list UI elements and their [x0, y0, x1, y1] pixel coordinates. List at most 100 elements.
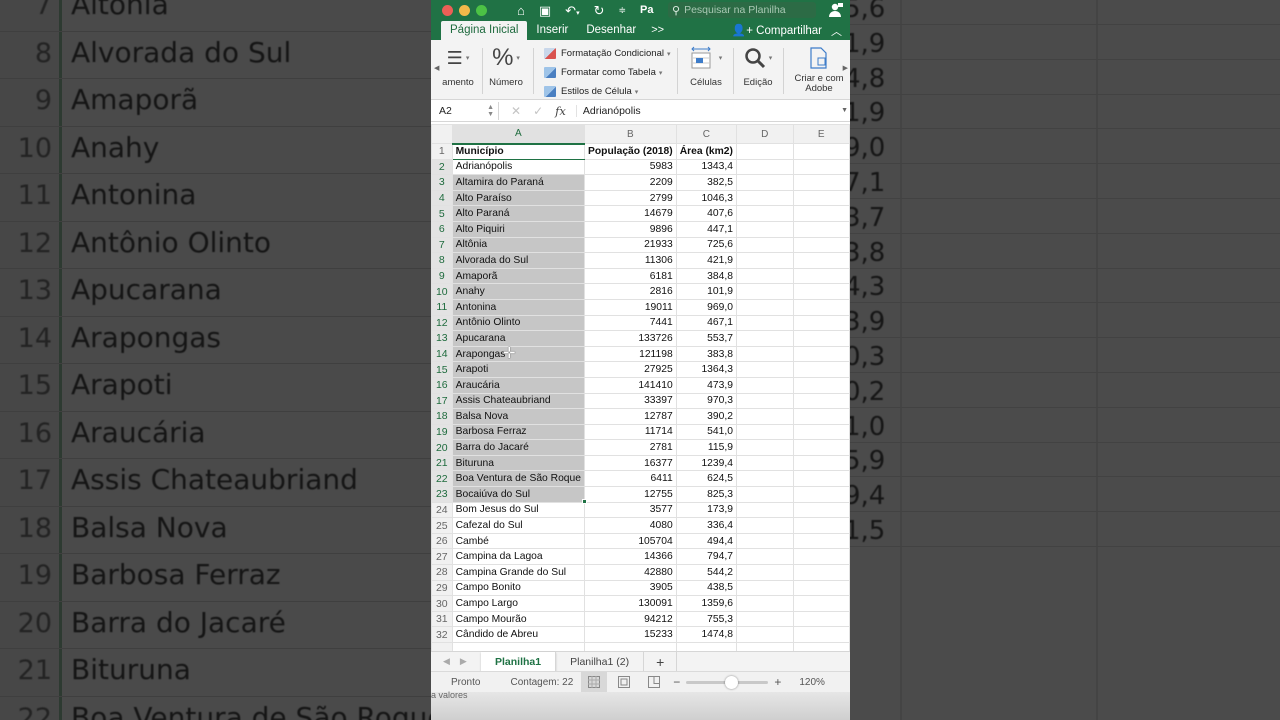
cell-populacao[interactable]: 3577 [584, 501, 677, 519]
row-number[interactable]: 8 [431, 252, 453, 269]
row-number[interactable]: 26 [431, 532, 453, 550]
cell[interactable] [735, 408, 794, 425]
cell[interactable] [735, 642, 794, 651]
cell[interactable] [735, 361, 794, 378]
cell-municipio[interactable]: Bocaiúva do Sul [451, 486, 586, 503]
tab-pagina-inicial[interactable]: Página Inicial [441, 21, 528, 40]
row-number[interactable]: 7 [431, 236, 453, 254]
cell[interactable] [792, 439, 850, 456]
number-group[interactable]: % ▾ Número [485, 44, 527, 96]
minimize-window-button[interactable] [459, 4, 470, 16]
header-cell-populacao[interactable]: População (2018) [584, 143, 677, 160]
cell-municipio[interactable]: Alvorada do Sul [451, 252, 586, 269]
cell-populacao[interactable]: 4080 [584, 517, 677, 534]
cells-group[interactable]: ▾ Células [683, 44, 729, 96]
column-header-b[interactable]: B [584, 124, 677, 144]
cell[interactable] [735, 517, 794, 534]
cell[interactable] [735, 314, 794, 332]
cell-area[interactable]: 541,0 [675, 423, 737, 441]
cell[interactable] [792, 532, 850, 550]
cell-populacao[interactable]: 2799 [584, 189, 677, 207]
row-number[interactable]: 27 [431, 548, 453, 566]
cell-populacao[interactable]: 27925 [584, 361, 677, 378]
cell[interactable] [792, 158, 850, 176]
row-number[interactable]: 22 [431, 470, 453, 488]
previous-sheet-icon[interactable]: ◀ [443, 656, 450, 667]
cell-municipio[interactable]: Campina Grande do Sul [451, 564, 586, 581]
user-account-icon[interactable] [828, 2, 844, 18]
cell[interactable] [792, 610, 850, 628]
cell[interactable] [792, 626, 850, 643]
row-number[interactable]: 20 [431, 439, 453, 456]
row-number[interactable]: 29 [431, 579, 453, 597]
select-all-corner[interactable] [431, 124, 453, 144]
cell-municipio[interactable]: Apucarana [451, 330, 586, 347]
row-number[interactable]: 17 [431, 392, 453, 410]
cell-populacao[interactable]: 11714 [584, 423, 677, 441]
cell[interactable] [735, 454, 794, 472]
cell[interactable] [792, 564, 850, 581]
cell-area[interactable]: 383,8 [675, 345, 737, 363]
name-box[interactable]: A2 ▲ ▼ [431, 101, 499, 120]
cell-municipio[interactable]: Campina da Lagoa [451, 548, 586, 566]
row-number[interactable]: 1 [431, 143, 453, 160]
cell[interactable] [431, 642, 453, 651]
cell[interactable] [792, 252, 850, 269]
cell[interactable] [792, 298, 850, 316]
cell[interactable] [792, 376, 850, 394]
cell-municipio[interactable]: Campo Mourão [451, 610, 586, 628]
cell-populacao[interactable]: 19011 [584, 298, 677, 316]
cell[interactable] [675, 642, 737, 651]
collapse-ribbon-icon[interactable]: ︿ [831, 23, 842, 39]
cell[interactable] [735, 189, 794, 207]
cell-area[interactable]: 1359,6 [675, 595, 737, 612]
row-number[interactable]: 4 [431, 189, 453, 207]
row-number[interactable]: 19 [431, 423, 453, 441]
row-number[interactable]: 28 [431, 564, 453, 581]
cell-populacao[interactable]: 12787 [584, 408, 677, 425]
cell-populacao[interactable]: 7441 [584, 314, 677, 332]
column-header-a[interactable]: A [451, 124, 586, 145]
cell-municipio[interactable]: Antonina [451, 298, 586, 316]
cell-populacao[interactable]: 9896 [584, 220, 677, 238]
cell-populacao[interactable]: 21933 [584, 236, 677, 254]
cell-styles-button[interactable]: Estilos de Célula ▾ [544, 82, 671, 101]
cell[interactable] [735, 423, 794, 441]
cell[interactable] [792, 423, 850, 441]
cell-populacao[interactable]: 12755 [584, 486, 677, 503]
zoom-level[interactable]: 120% [799, 677, 825, 688]
cell[interactable] [792, 454, 850, 472]
row-number[interactable]: 2 [431, 158, 453, 176]
page-break-view-button[interactable] [641, 672, 667, 693]
cell[interactable] [735, 252, 794, 269]
cell-municipio[interactable]: Balsa Nova [451, 408, 586, 425]
cell-populacao[interactable]: 133726 [584, 330, 677, 347]
search-input[interactable]: ⚲ Pesquisar na Planilha [668, 2, 816, 18]
row-number[interactable]: 9 [431, 267, 453, 285]
cell-area[interactable]: 421,9 [675, 252, 737, 269]
row-number[interactable]: 18 [431, 408, 453, 425]
cell[interactable] [735, 205, 794, 222]
cell[interactable] [735, 564, 794, 581]
cell[interactable] [792, 314, 850, 332]
format-as-table-button[interactable]: Formatar como Tabela ▾ [544, 63, 671, 82]
cell[interactable] [735, 610, 794, 628]
cell[interactable] [735, 283, 794, 300]
header-cell-area[interactable]: Área (km2) [675, 143, 737, 160]
share-button[interactable]: 👤+ Compartilhar [732, 23, 822, 37]
alignment-group[interactable]: ☰ ▾ amento [435, 44, 481, 96]
cell-municipio[interactable]: Alto Paraná [451, 205, 586, 222]
more-tabs-button[interactable]: >> [645, 21, 670, 40]
fill-handle[interactable] [581, 499, 587, 505]
confirm-entry-icon[interactable]: ✓ [533, 104, 543, 118]
cell-municipio[interactable]: Alto Piquiri [451, 220, 586, 238]
cell[interactable] [735, 501, 794, 519]
column-header-e[interactable]: E [792, 124, 850, 144]
cell-area[interactable]: 494,4 [675, 532, 737, 550]
cell-area[interactable]: 407,6 [675, 205, 737, 222]
cell-populacao[interactable]: 94212 [584, 610, 677, 628]
formula-input[interactable]: Adrianópolis [575, 104, 641, 117]
cell-municipio[interactable]: Anahy [451, 283, 586, 300]
cell-municipio[interactable]: Arapoti [451, 361, 586, 378]
cell[interactable] [792, 205, 850, 222]
